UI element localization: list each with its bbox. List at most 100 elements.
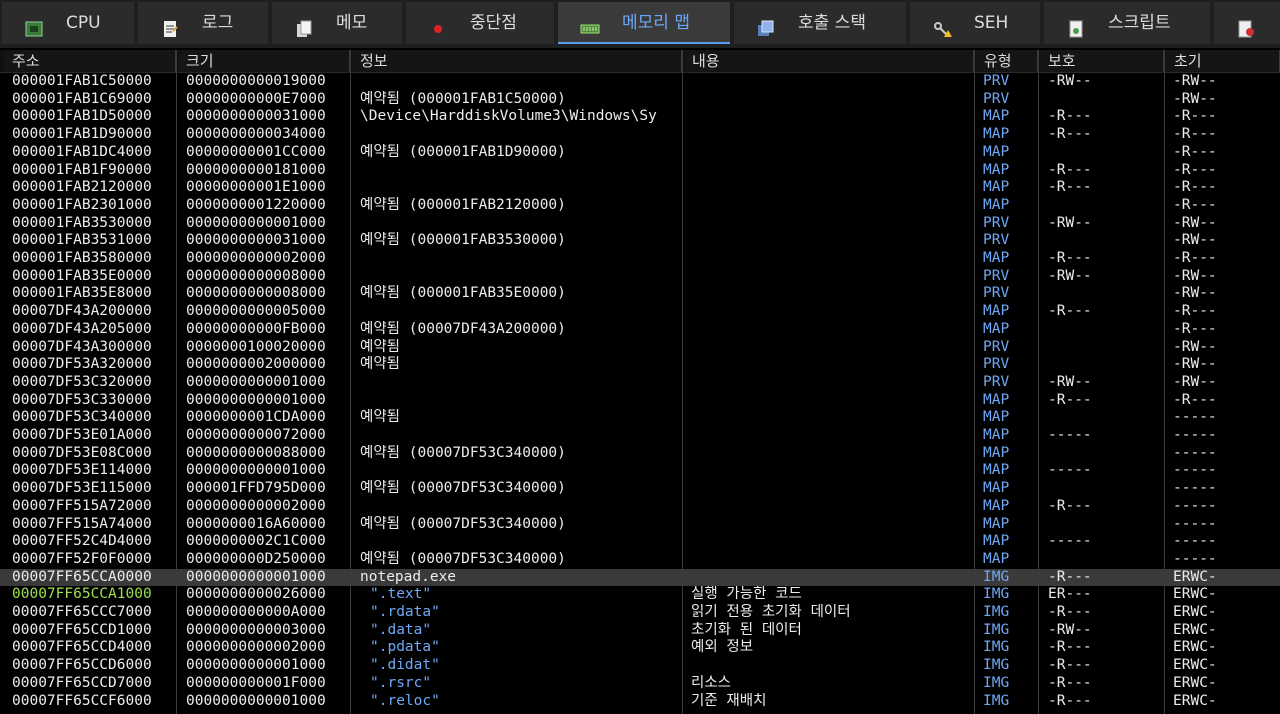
protection-cell: -R--- (1048, 391, 1092, 408)
breakpoint-icon (428, 13, 448, 33)
type-cell: IMG (983, 692, 1010, 709)
table-row[interactable]: 00007FF52C4D4000 0000000002C1C000 MAP -----… (0, 533, 1280, 551)
table-row[interactable]: 00007DF53E01A000 0000000000072000 MAP -----… (0, 427, 1280, 445)
column-header-address[interactable]: 주소 (4, 50, 176, 72)
table-row[interactable]: 00007FF65CCD7000 000000000001F000 ".rsrc" 리… (0, 675, 1280, 693)
type-cell: MAP (983, 126, 1010, 143)
initial-protection-cell: -RW-- (1173, 285, 1217, 302)
tab-label: SEH (974, 13, 1009, 33)
table-row[interactable]: 000001FAB1F90000 0000000000181000 MAP -R---… (0, 162, 1280, 180)
table-row[interactable]: 000001FAB35E8000 0000000000008000 예약됨 (000… (0, 285, 1280, 303)
initial-protection-cell: -R--- (1173, 320, 1217, 337)
column-header-info[interactable]: 정보 (352, 50, 682, 72)
table-row[interactable]: 00007DF53C320000 0000000000001000 PRV -RW--… (0, 374, 1280, 392)
table-row[interactable]: 00007DF53A320000 0000000002000000 예약됨 PRV -R… (0, 356, 1280, 374)
column-header-protection[interactable]: 보호 (1040, 50, 1164, 72)
address-cell: 000001FAB3531000 (12, 232, 152, 249)
table-row[interactable]: 00007FF65CCD6000 0000000000001000 ".didat"… (0, 657, 1280, 675)
table-row[interactable]: 00007DF43A200000 0000000000005000 MAP -R---… (0, 303, 1280, 321)
initial-protection-cell: -R--- (1173, 391, 1217, 408)
table-row[interactable]: 000001FAB1D90000 0000000000034000 MAP -R---… (0, 126, 1280, 144)
table-row[interactable]: 00007FF52F0F0000 000000000D250000 예약됨 (000… (0, 551, 1280, 569)
table-row[interactable]: 00007DF43A300000 0000000100020000 예약됨 PRV -R… (0, 339, 1280, 357)
table-row[interactable]: 000001FAB1C69000 00000000000E7000 예약됨 (000… (0, 91, 1280, 109)
info-cell: ".rdata" (370, 604, 440, 620)
tab-label: 로그 (202, 13, 234, 33)
address-cell: 00007FF515A72000 (12, 497, 152, 514)
initial-protection-cell: ERWC- (1173, 621, 1217, 638)
info-cell: 예약됨 (000001FAB2120000) (360, 196, 566, 213)
table-row[interactable]: 000001FAB3580000 0000000000002000 MAP -R---… (0, 250, 1280, 268)
type-cell: MAP (983, 409, 1010, 426)
table-row[interactable]: 00007DF53E115000 000001FFD795D000 예약됨 (000… (0, 480, 1280, 498)
table-row[interactable]: 00007FF515A72000 0000000000002000 MAP -R---… (0, 498, 1280, 516)
info-cell: 예약됨 (000001FAB35E0000) (360, 285, 566, 302)
protection-cell: ER--- (1048, 586, 1092, 603)
column-header-content[interactable]: 내용 (684, 50, 974, 72)
table-row[interactable]: 00007FF65CCF6000 0000000000001000 ".reloc"… (0, 693, 1280, 711)
table-row[interactable]: 00007FF515A74000 0000000016A60000 예약됨 (000… (0, 516, 1280, 534)
table-row[interactable]: 00007DF53E114000 0000000000001000 MAP -----… (0, 462, 1280, 480)
size-cell: 0000000001CDA000 (186, 409, 326, 426)
tab-log[interactable]: 로그 (138, 2, 268, 44)
content-cell: 초기화 된 데이터 (691, 621, 802, 638)
table-row[interactable]: 00007FF65CCC7000 000000000000A000 ".rdata"… (0, 604, 1280, 622)
initial-protection-cell: ERWC- (1173, 657, 1217, 674)
address-cell: 000001FAB1D50000 (12, 108, 152, 125)
address-cell: 000001FAB3580000 (12, 250, 152, 266)
type-cell: MAP (983, 480, 1010, 497)
address-cell: 00007FF65CCD7000 (12, 674, 152, 691)
info-cell: 예약됨 (000001FAB3530000) (360, 232, 566, 249)
protection-cell: ----- (1048, 533, 1092, 550)
table-row[interactable]: 000001FAB1D50000 0000000000031000 \Device\… (0, 108, 1280, 126)
column-divider (974, 50, 975, 714)
column-header-initial[interactable]: 초기 (1166, 50, 1280, 72)
type-cell: MAP (983, 196, 1010, 213)
address-cell: 00007DF53C340000 (12, 409, 152, 426)
table-row[interactable]: 00007FF65CCA0000 0000000000001000 notepad.… (0, 568, 1280, 587)
seh-icon (932, 13, 952, 37)
protection-cell: -R--- (1048, 604, 1092, 620)
table-row[interactable]: 000001FAB2301000 0000000001220000 예약됨 (000… (0, 197, 1280, 215)
table-row[interactable]: 000001FAB35E0000 0000000000008000 PRV -RW--… (0, 268, 1280, 286)
table-row[interactable]: 000001FAB1DC4000 00000000001CC000 예약됨 (000… (0, 144, 1280, 162)
column-header-type[interactable]: 유형 (976, 50, 1038, 72)
address-cell: 000001FAB1C69000 (12, 90, 152, 107)
tab-seh[interactable]: SEH (910, 2, 1040, 44)
tab-symbols[interactable] (1214, 2, 1280, 44)
size-cell: 0000000000005000 (186, 303, 326, 320)
size-cell: 0000000000002000 (186, 250, 326, 266)
table-row[interactable]: 00007DF53C330000 0000000000001000 MAP -R---… (0, 392, 1280, 410)
column-header-size[interactable]: 크기 (178, 50, 350, 72)
table-row[interactable]: 00007DF53E08C000 0000000000088000 예약됨 (000… (0, 445, 1280, 463)
table-row[interactable]: 000001FAB2120000 00000000001E1000 MAP -R---… (0, 179, 1280, 197)
initial-protection-cell: ----- (1173, 497, 1217, 514)
tab-notes[interactable]: 메모 (272, 2, 402, 44)
protection-cell: -RW-- (1048, 214, 1092, 231)
initial-protection-cell: -RW-- (1173, 373, 1217, 390)
initial-protection-cell: -RW-- (1173, 73, 1217, 89)
tab-breakpoint[interactable]: 중단점 (406, 2, 554, 44)
address-cell: 000001FAB35E0000 (12, 267, 152, 284)
tab-script[interactable]: 스크립트 (1044, 2, 1210, 44)
protection-cell: -RW-- (1048, 373, 1092, 390)
tab-cpu[interactable]: CPU (2, 2, 134, 44)
size-cell: 0000000000019000 (186, 73, 326, 89)
table-row[interactable]: 000001FAB1C50000 0000000000019000 PRV -RW--… (0, 73, 1280, 91)
table-row[interactable]: 00007DF53C340000 0000000001CDA000 예약됨 MAP --… (0, 409, 1280, 427)
tab-memory-map[interactable]: 메모리 맵 (558, 2, 730, 44)
log-icon (160, 13, 180, 37)
table-row[interactable]: 00007FF65CCD1000 0000000000003000 ".data" 초… (0, 622, 1280, 640)
column-divider (1038, 50, 1039, 714)
size-cell: 00000000000FB000 (186, 320, 326, 337)
table-row[interactable]: 00007DF43A205000 00000000000FB000 예약됨 (000… (0, 321, 1280, 339)
size-cell: 0000000000003000 (186, 621, 326, 638)
size-cell: 0000000002000000 (186, 356, 326, 373)
table-row[interactable]: 000001FAB3530000 0000000000001000 PRV -RW--… (0, 215, 1280, 233)
protection-cell: -R--- (1048, 657, 1092, 674)
tab-call-stack[interactable]: 호출 스택 (734, 2, 906, 44)
tab-label: 메모리 맵 (622, 13, 690, 33)
table-row[interactable]: 00007FF65CCA1000 0000000000026000 ".text" 실… (0, 586, 1280, 604)
table-row[interactable]: 000001FAB3531000 0000000000031000 예약됨 (000… (0, 232, 1280, 250)
table-row[interactable]: 00007FF65CCD4000 0000000000002000 ".pdata"… (0, 639, 1280, 657)
